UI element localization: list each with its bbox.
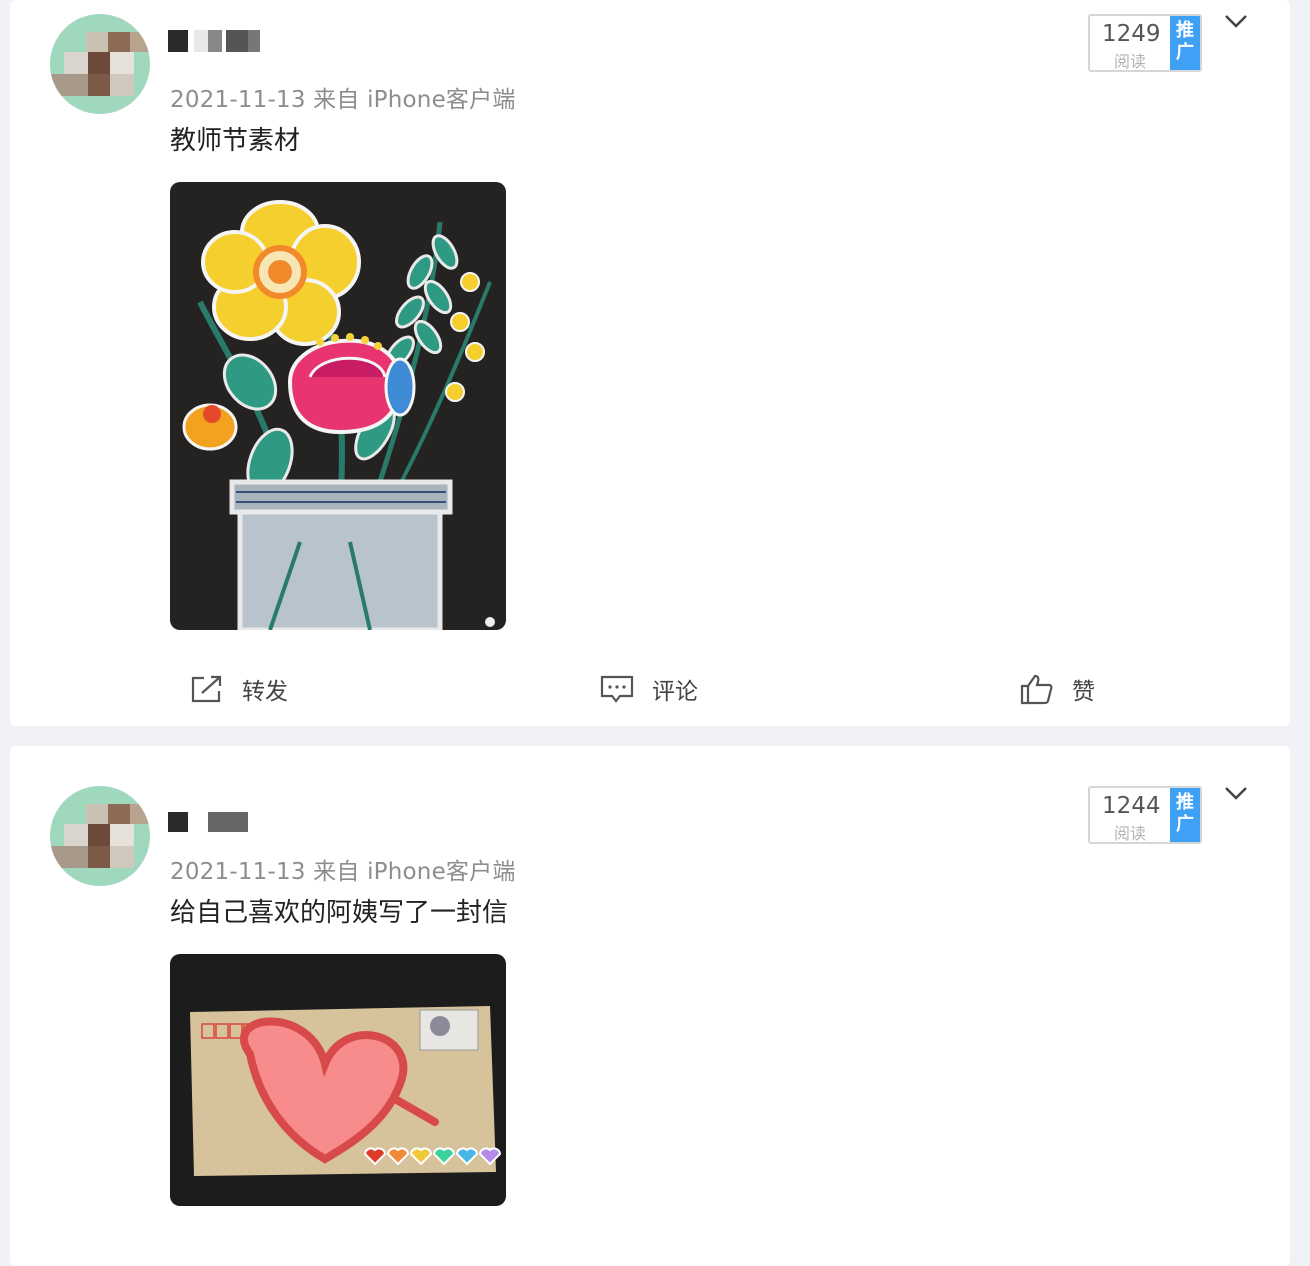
chevron-down-icon[interactable] — [1222, 784, 1250, 804]
chevron-down-icon[interactable] — [1222, 12, 1250, 32]
read-label: 阅读 — [1114, 824, 1147, 843]
avatar[interactable] — [50, 14, 150, 114]
read-count-box[interactable]: 1244 阅读 推广 — [1088, 786, 1202, 844]
avatar[interactable] — [50, 786, 150, 886]
post-image-flowers[interactable] — [170, 182, 506, 630]
like-button[interactable]: 赞 — [1020, 664, 1095, 714]
comment-bubble-icon — [600, 675, 634, 703]
read-count: 1244 — [1102, 793, 1161, 819]
read-count: 1249 — [1102, 21, 1161, 47]
promote-button[interactable]: 推广 — [1170, 788, 1200, 842]
post-text: 教师节素材 — [170, 126, 301, 156]
username-redacted[interactable] — [168, 30, 268, 56]
username-redacted[interactable] — [168, 812, 268, 838]
share-arrow-icon — [191, 675, 222, 703]
post-card: 2021-11-13 来自 iPhone客户端 教师节素材 1249 阅读 推 … — [10, 0, 1290, 726]
read-count-box[interactable]: 1249 阅读 推广 — [1088, 14, 1202, 72]
comment-label: 评论 — [652, 679, 698, 705]
read-label: 阅读 — [1114, 52, 1147, 71]
post-text: 给自己喜欢的阿姨写了一封信 — [170, 898, 509, 928]
post-date-source[interactable]: 2021-11-13 来自 iPhone客户端 — [170, 80, 516, 114]
repost-button[interactable]: 转发 — [190, 664, 288, 714]
comment-button[interactable]: 评论 — [600, 664, 698, 714]
promote-button[interactable]: 推广 — [1170, 16, 1200, 70]
repost-label: 转发 — [242, 679, 288, 705]
post-image-envelope[interactable] — [170, 954, 506, 1206]
post-card: 2021-11-13 来自 iPhone客户端 给自己喜欢的阿姨写了一封信 12… — [10, 746, 1290, 1266]
thumbs-up-icon — [1020, 674, 1053, 705]
flower-illustration — [182, 200, 495, 630]
like-label: 赞 — [1072, 679, 1095, 705]
envelope-photo — [190, 1006, 502, 1176]
action-bar: 转发 评论 赞 — [10, 664, 1290, 714]
post-date-source[interactable]: 2021-11-13 来自 iPhone客户端 — [170, 852, 516, 886]
